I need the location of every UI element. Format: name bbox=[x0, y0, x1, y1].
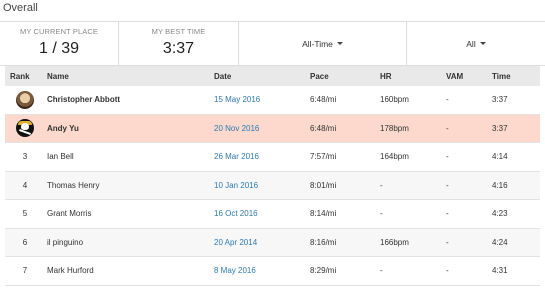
table-row: 7 Mark Hurford 8 May 2016 8:29/mi - - 4:… bbox=[5, 257, 540, 286]
hr-cell: 166bpm bbox=[380, 237, 409, 247]
best-time-stat: MY BEST TIME 3:37 bbox=[119, 22, 239, 65]
pace-cell: 6:48/mi bbox=[310, 123, 337, 133]
activity-date-link[interactable]: 16 Oct 2016 bbox=[214, 209, 310, 218]
current-place-value: 1 / 39 bbox=[38, 40, 80, 57]
time-cell: 4:24 bbox=[492, 237, 508, 247]
table-row: Christopher Abbott 15 May 2016 6:48/mi 1… bbox=[5, 86, 540, 115]
activity-date-link[interactable]: 26 Mar 2016 bbox=[214, 152, 310, 161]
vam-cell: - bbox=[446, 237, 449, 247]
scope-filter-label: All bbox=[466, 38, 476, 49]
hr-cell: - bbox=[380, 209, 383, 219]
header-pace[interactable]: Pace bbox=[310, 72, 380, 81]
best-time-value: 3:37 bbox=[162, 40, 195, 57]
table-row: 5 Grant Morris 16 Oct 2016 8:14/mi - - 4… bbox=[5, 200, 540, 229]
activity-date-link[interactable]: 20 Apr 2014 bbox=[214, 238, 310, 247]
hr-cell: 160bpm bbox=[380, 95, 409, 105]
vam-cell: - bbox=[446, 209, 449, 219]
stats-bar: MY CURRENT PLACE 1 / 39 MY BEST TIME 3:3… bbox=[0, 21, 545, 66]
time-cell: 4:23 bbox=[492, 209, 508, 219]
athlete-name[interactable]: Thomas Henry bbox=[45, 181, 214, 190]
activity-date-link[interactable]: 20 Nov 2016 bbox=[214, 124, 310, 133]
time-cell: 3:37 bbox=[492, 95, 508, 105]
pace-cell: 8:01/mi bbox=[310, 180, 337, 190]
avatar bbox=[16, 119, 34, 138]
vam-cell: - bbox=[446, 152, 449, 162]
vam-cell: - bbox=[446, 95, 449, 105]
table-row: 4 Thomas Henry 10 Jan 2016 8:01/mi - - 4… bbox=[5, 171, 540, 200]
header-time[interactable]: Time bbox=[492, 72, 540, 81]
time-cell: 3:37 bbox=[492, 123, 508, 133]
period-filter-label: All-Time bbox=[302, 38, 333, 49]
best-time-label: MY BEST TIME bbox=[151, 27, 206, 36]
period-filter-dropdown[interactable]: All-Time bbox=[239, 22, 407, 65]
hr-cell: - bbox=[380, 266, 383, 276]
time-cell: 4:16 bbox=[492, 180, 508, 190]
time-cell: 4:31 bbox=[492, 266, 508, 276]
hr-cell: 178bpm bbox=[380, 123, 409, 133]
activity-date-link[interactable]: 15 May 2016 bbox=[214, 95, 310, 104]
rank-cell: 5 bbox=[22, 209, 28, 219]
pace-cell: 8:14/mi bbox=[310, 209, 337, 219]
rank-cell: 7 bbox=[22, 266, 28, 276]
table-row: 3 Ian Bell 26 Mar 2016 7:57/mi 164bpm - … bbox=[5, 143, 540, 172]
scope-filter-dropdown[interactable]: All bbox=[407, 22, 545, 65]
pace-cell: 6:48/mi bbox=[310, 95, 337, 105]
vam-cell: - bbox=[446, 123, 449, 133]
activity-date-link[interactable]: 10 Jan 2016 bbox=[214, 181, 310, 190]
rank-cell: 3 bbox=[22, 152, 28, 162]
pace-cell: 8:29/mi bbox=[310, 266, 337, 276]
header-hr[interactable]: HR bbox=[380, 72, 446, 81]
time-cell: 4:14 bbox=[492, 152, 508, 162]
page-title: Overall bbox=[3, 2, 38, 14]
rank-cell: 6 bbox=[22, 237, 28, 247]
header-vam[interactable]: VAM bbox=[446, 72, 492, 81]
current-place-label: MY CURRENT PLACE bbox=[19, 27, 98, 36]
athlete-name[interactable]: Grant Morris bbox=[45, 209, 214, 218]
header-rank[interactable]: Rank bbox=[5, 72, 45, 81]
pace-cell: 8:16/mi bbox=[310, 237, 337, 247]
table-header: Rank Name Date Pace HR VAM Time bbox=[5, 66, 540, 86]
leaderboard-table: Rank Name Date Pace HR VAM Time Christop… bbox=[5, 66, 540, 286]
header-date[interactable]: Date bbox=[214, 72, 310, 81]
pace-cell: 7:57/mi bbox=[310, 152, 337, 162]
rank-cell: 4 bbox=[22, 180, 28, 190]
activity-date-link[interactable]: 8 May 2016 bbox=[214, 266, 310, 275]
athlete-name[interactable]: Christopher Abbott bbox=[45, 95, 214, 104]
hr-cell: 164bpm bbox=[380, 152, 409, 162]
athlete-name[interactable]: il pinguino bbox=[45, 238, 214, 247]
athlete-name[interactable]: Andy Yu bbox=[45, 124, 214, 133]
current-place-stat: MY CURRENT PLACE 1 / 39 bbox=[0, 22, 119, 65]
hr-cell: - bbox=[380, 180, 383, 190]
athlete-name[interactable]: Mark Hurford bbox=[45, 266, 214, 275]
vam-cell: - bbox=[446, 180, 449, 190]
chevron-down-icon bbox=[479, 42, 486, 45]
table-row: 6 il pinguino 20 Apr 2014 8:16/mi 166bpm… bbox=[5, 228, 540, 257]
vam-cell: - bbox=[446, 266, 449, 276]
header-name[interactable]: Name bbox=[45, 72, 214, 81]
avatar bbox=[16, 90, 34, 109]
table-row-current-user: Andy Yu 20 Nov 2016 6:48/mi 178bpm - 3:3… bbox=[5, 114, 540, 143]
athlete-name[interactable]: Ian Bell bbox=[45, 152, 214, 161]
chevron-down-icon bbox=[336, 42, 343, 45]
